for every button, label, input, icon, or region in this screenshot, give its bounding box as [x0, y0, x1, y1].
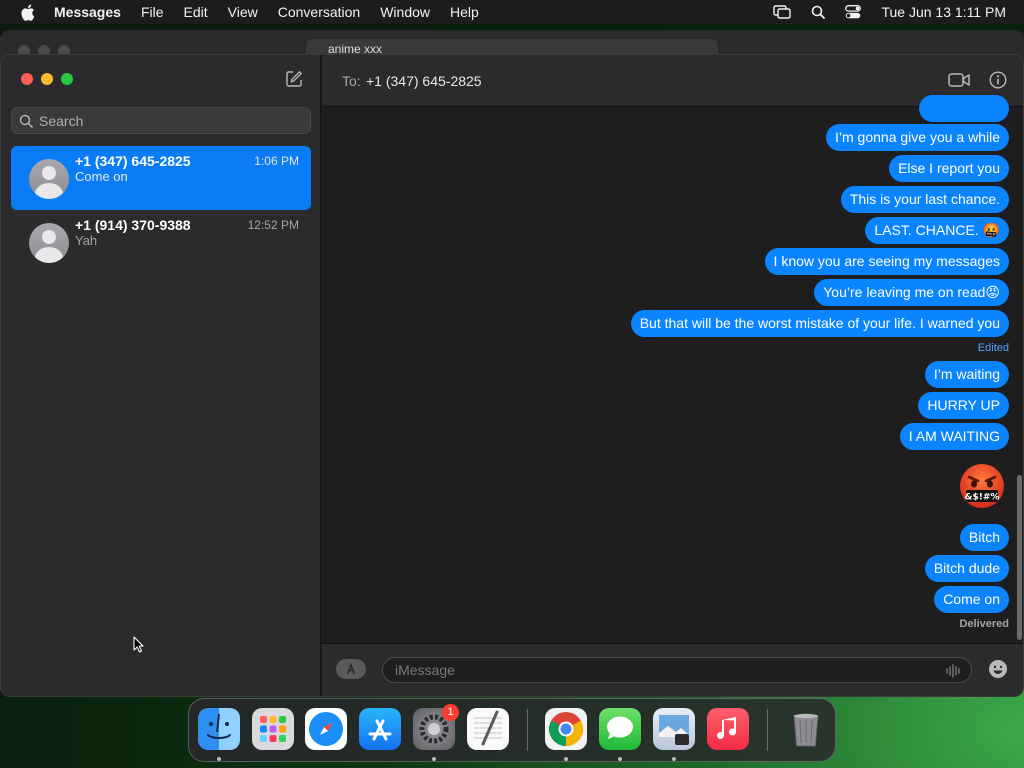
finder-running-indicator	[217, 757, 221, 761]
apple-menu-icon[interactable]	[18, 3, 36, 21]
message-input[interactable]	[395, 662, 935, 678]
textedit-icon[interactable]	[467, 708, 509, 750]
message-bubble[interactable]: Else I report you	[889, 155, 1009, 182]
conversation-pane: To: +1 (347) 645-2825 I’m gonna give you…	[322, 55, 1023, 696]
control-center-icon[interactable]	[845, 5, 862, 19]
message-bubble[interactable]: HURRY UP	[918, 392, 1009, 419]
scrollbar[interactable]	[1017, 475, 1022, 640]
messages-running-indicator	[618, 757, 622, 761]
cursing-face-emoji-icon[interactable]: &$!#%	[958, 462, 1006, 510]
facetime-video-button[interactable]	[948, 72, 970, 93]
screen-mirroring-icon[interactable]	[773, 5, 792, 19]
message-bubble[interactable]: I’m gonna give you a while	[826, 124, 1009, 151]
messages-icon[interactable]	[599, 708, 641, 750]
menu-bar: Messages File Edit View Conversation Win…	[0, 0, 1024, 24]
to-label: To:	[342, 73, 361, 89]
conversation-name: +1 (914) 370-9388	[75, 217, 191, 233]
menu-view[interactable]: View	[228, 4, 258, 20]
window-minimize-button[interactable]	[41, 73, 53, 85]
music-icon[interactable]	[707, 708, 749, 750]
compose-bar	[322, 643, 1023, 696]
finder-icon[interactable]	[198, 708, 240, 750]
message-bubble[interactable]: I AM WAITING	[899, 423, 1009, 450]
menu-app-name[interactable]: Messages	[54, 4, 121, 20]
search-field[interactable]	[11, 107, 311, 134]
dock-separator	[767, 709, 768, 751]
compose-icon	[286, 70, 303, 87]
emoji-symbol-text: &$!#%	[965, 493, 1000, 503]
delivered-label: Delivered	[959, 618, 1009, 630]
launchpad-icon[interactable]	[252, 708, 294, 750]
menu-file[interactable]: File	[141, 4, 164, 20]
apps-button[interactable]	[336, 659, 366, 679]
imessage-field[interactable]	[382, 657, 972, 683]
conversation-item[interactable]: +1 (914) 370-9388 Yah 12:52 PM	[11, 210, 311, 274]
conversation-preview: Yah	[75, 233, 98, 248]
messages-window: +1 (347) 645-2825 Come on 1:06 PM +1 (91…	[0, 54, 1024, 697]
preview-icon[interactable]	[653, 708, 695, 750]
message-bubble[interactable]: Bitch dude	[924, 555, 1009, 582]
message-bubble[interactable]: This is your last chance.	[840, 186, 1009, 213]
conversation-time: 12:52 PM	[247, 218, 299, 232]
safari-icon[interactable]	[305, 708, 347, 750]
app-store-icon[interactable]	[359, 708, 401, 750]
dock-separator	[527, 709, 528, 751]
dock: 1	[188, 698, 836, 762]
message-bubble[interactable]: You’re leaving me on read😡	[814, 279, 1009, 306]
app-store-icon	[347, 662, 355, 674]
trash-icon[interactable]	[785, 708, 827, 750]
message-bubble[interactable]: Bitch	[959, 524, 1009, 551]
search-input[interactable]	[39, 112, 289, 129]
notification-badge: 1	[442, 704, 459, 721]
message-bubble[interactable]: I know you are seeing my messages	[764, 248, 1009, 275]
menu-edit[interactable]: Edit	[184, 4, 208, 20]
menu-conversation[interactable]: Conversation	[278, 4, 361, 20]
spotlight-search-icon[interactable]	[811, 5, 826, 19]
system-settings-running-indicator	[432, 757, 436, 761]
audio-message-icon[interactable]	[945, 664, 961, 683]
conversation-item[interactable]: +1 (347) 645-2825 Come on 1:06 PM	[11, 146, 311, 210]
chrome-running-indicator	[564, 757, 568, 761]
details-button[interactable]	[989, 71, 1007, 94]
menu-help[interactable]: Help	[450, 4, 479, 20]
preview-running-indicator	[672, 757, 676, 761]
conversation-time: 1:06 PM	[254, 154, 299, 168]
video-camera-icon	[948, 73, 970, 87]
chrome-icon[interactable]	[545, 708, 587, 750]
avatar	[29, 159, 69, 199]
menubar-clock[interactable]: Tue Jun 13 1:11 PM	[881, 4, 1006, 20]
menu-window[interactable]: Window	[380, 4, 430, 20]
info-icon	[989, 71, 1007, 89]
message-bubble[interactable]: Come on	[934, 586, 1009, 613]
window-close-button[interactable]	[21, 73, 33, 85]
edited-label[interactable]: Edited	[978, 342, 1009, 354]
conversation-name: +1 (347) 645-2825	[75, 153, 191, 169]
conversation-sidebar: +1 (347) 645-2825 Come on 1:06 PM +1 (91…	[1, 55, 321, 696]
conversation-preview: Come on	[75, 169, 128, 184]
message-bubble[interactable]: But that will be the worst mistake of yo…	[630, 310, 1009, 337]
message-bubble[interactable]: LAST. CHANCE. 🤬	[865, 217, 1009, 244]
compose-message-button[interactable]	[285, 70, 303, 88]
message-bubble-partial[interactable]	[919, 95, 1009, 122]
conversation-header: To: +1 (347) 645-2825	[322, 55, 1023, 107]
mouse-pointer-icon	[133, 636, 145, 658]
message-bubble[interactable]: I’m waiting	[924, 361, 1009, 388]
smiley-icon	[989, 660, 1007, 678]
avatar	[29, 223, 69, 263]
window-zoom-button[interactable]	[61, 73, 73, 85]
search-icon	[19, 114, 33, 128]
emoji-picker-button[interactable]	[988, 659, 1008, 684]
recipient-field[interactable]: +1 (347) 645-2825	[366, 73, 482, 89]
